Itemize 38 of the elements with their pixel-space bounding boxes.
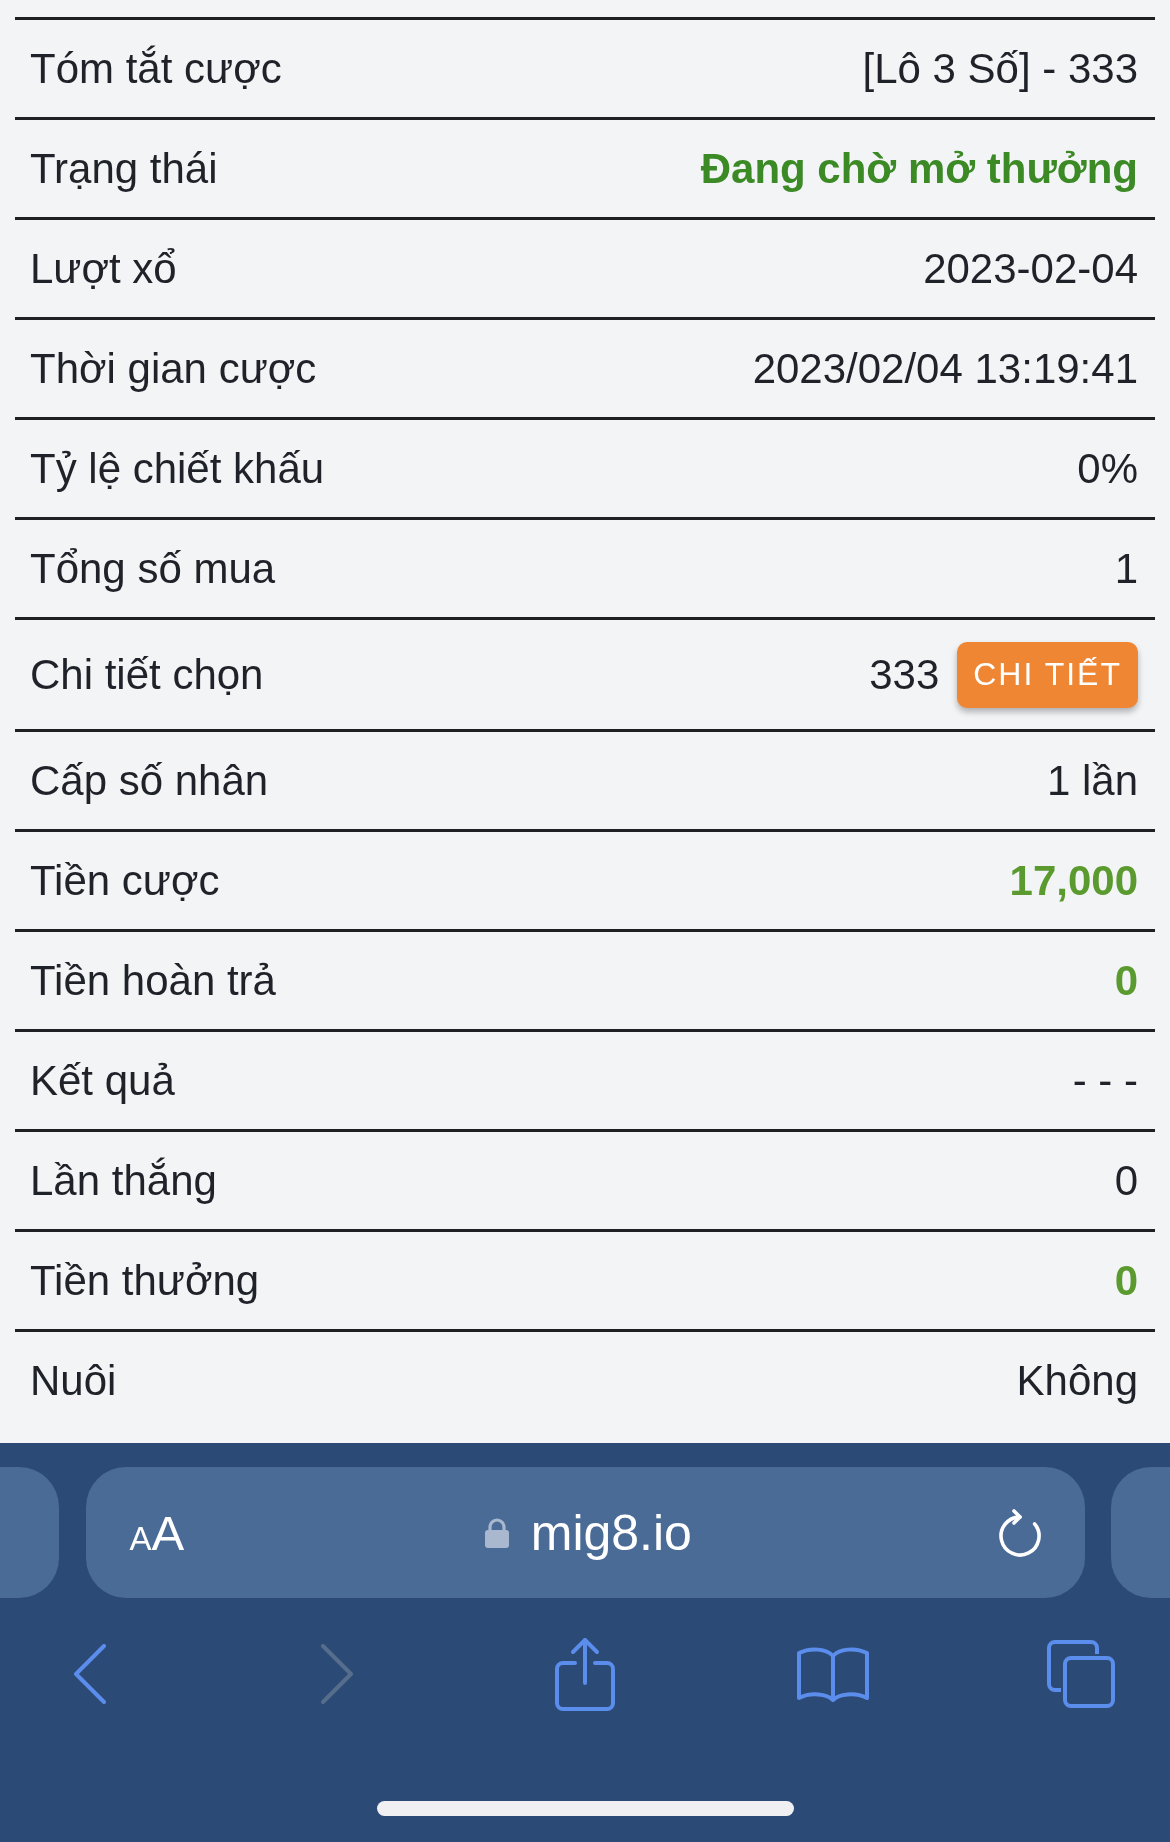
amount-value: 17,000 bbox=[1009, 856, 1138, 905]
field-value: [Lô 3 Số] - 333 bbox=[862, 44, 1138, 93]
field-value: - - - bbox=[1072, 1056, 1138, 1105]
forward-chevron-icon bbox=[320, 1644, 355, 1704]
share-icon bbox=[555, 1637, 615, 1711]
back-chevron-icon bbox=[72, 1644, 107, 1704]
field-label: Chi tiết chọn bbox=[30, 650, 264, 699]
url-text[interactable]: mig8.io bbox=[530, 1503, 692, 1562]
field-label: Cấp số nhân bbox=[30, 756, 269, 805]
field-value: 333 bbox=[869, 650, 940, 699]
book-icon bbox=[796, 1646, 869, 1702]
field-value: 0 bbox=[1114, 1156, 1138, 1205]
adjacent-tab-pill[interactable] bbox=[0, 1467, 59, 1598]
text-size-button[interactable]: AA bbox=[129, 1504, 185, 1561]
field-label: Tỷ lệ chiết khấu bbox=[30, 444, 325, 493]
field-label: Tóm tắt cược bbox=[30, 44, 282, 93]
field-label: Tiền thưởng bbox=[30, 1256, 260, 1305]
field-value: 1 bbox=[1114, 544, 1138, 593]
field-value: 0% bbox=[1077, 444, 1138, 493]
field-label: Kết quả bbox=[30, 1056, 175, 1105]
field-label: Nuôi bbox=[30, 1356, 117, 1405]
field-label: Lượt xổ bbox=[30, 244, 177, 293]
status-value: Đang chờ mở thưởng bbox=[700, 144, 1138, 193]
field-label: Tiền cược bbox=[30, 856, 220, 905]
field-label: Tổng số mua bbox=[30, 544, 276, 593]
field-label: Tiền hoàn trả bbox=[30, 956, 276, 1005]
field-label: Trạng thái bbox=[30, 144, 218, 193]
field-label: Lần thắng bbox=[30, 1156, 217, 1205]
address-bar[interactable]: AA mig8.io bbox=[85, 1467, 1085, 1598]
field-value: 2023/02/04 13:19:41 bbox=[752, 344, 1138, 393]
field-value: Không bbox=[1016, 1356, 1138, 1405]
adjacent-tab-pill[interactable] bbox=[1111, 1467, 1170, 1598]
amount-value: 0 bbox=[1114, 1256, 1138, 1305]
field-value: 2023-02-04 bbox=[923, 244, 1138, 293]
amount-value: 0 bbox=[1114, 956, 1138, 1005]
field-value: 1 lần bbox=[1046, 756, 1138, 805]
field-label: Thời gian cược bbox=[30, 344, 317, 393]
tabs-icon bbox=[1046, 1640, 1115, 1708]
